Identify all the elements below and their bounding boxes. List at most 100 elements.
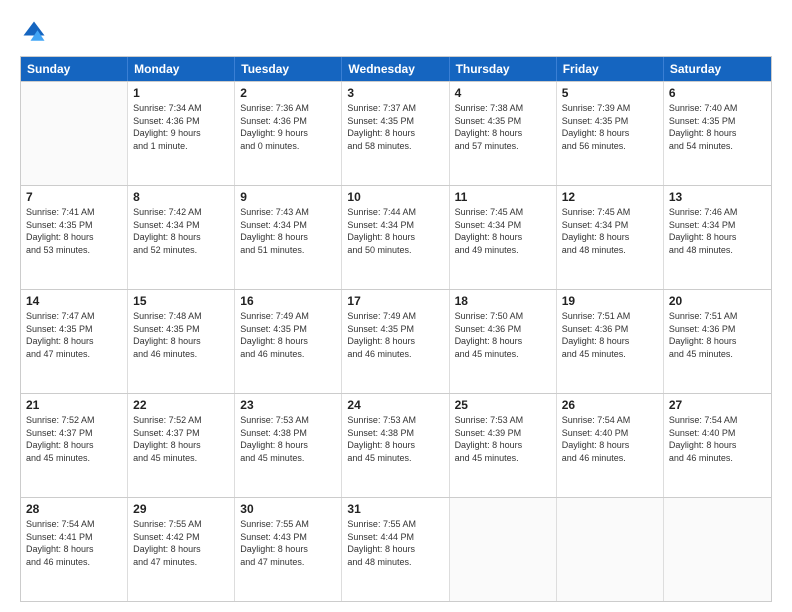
day-cell-4: 4 Sunrise: 7:38 AMSunset: 4:35 PMDaylight…	[450, 82, 557, 185]
header-day-wednesday: Wednesday	[342, 57, 449, 81]
header-day-thursday: Thursday	[450, 57, 557, 81]
day-number: 24	[347, 398, 443, 412]
day-number: 26	[562, 398, 658, 412]
day-number: 13	[669, 190, 766, 204]
day-number: 18	[455, 294, 551, 308]
cell-content: Sunrise: 7:38 AMSunset: 4:35 PMDaylight:…	[455, 102, 551, 152]
cell-content: Sunrise: 7:49 AMSunset: 4:35 PMDaylight:…	[347, 310, 443, 360]
cell-content: Sunrise: 7:49 AMSunset: 4:35 PMDaylight:…	[240, 310, 336, 360]
cell-content: Sunrise: 7:54 AMSunset: 4:40 PMDaylight:…	[669, 414, 766, 464]
day-cell-11: 11 Sunrise: 7:45 AMSunset: 4:34 PMDayligh…	[450, 186, 557, 289]
calendar-header: SundayMondayTuesdayWednesdayThursdayFrid…	[21, 57, 771, 81]
day-number: 8	[133, 190, 229, 204]
page: SundayMondayTuesdayWednesdayThursdayFrid…	[0, 0, 792, 612]
day-cell-7: 7 Sunrise: 7:41 AMSunset: 4:35 PMDaylight…	[21, 186, 128, 289]
empty-cell	[664, 498, 771, 601]
day-number: 23	[240, 398, 336, 412]
day-number: 21	[26, 398, 122, 412]
cell-content: Sunrise: 7:55 AMSunset: 4:42 PMDaylight:…	[133, 518, 229, 568]
empty-cell	[450, 498, 557, 601]
day-number: 1	[133, 86, 229, 100]
cell-content: Sunrise: 7:36 AMSunset: 4:36 PMDaylight:…	[240, 102, 336, 152]
cell-content: Sunrise: 7:39 AMSunset: 4:35 PMDaylight:…	[562, 102, 658, 152]
day-number: 19	[562, 294, 658, 308]
day-number: 3	[347, 86, 443, 100]
day-number: 2	[240, 86, 336, 100]
day-cell-25: 25Sunrise: 7:53 AMSunset: 4:39 PMDayligh…	[450, 394, 557, 497]
empty-cell	[21, 82, 128, 185]
day-cell-27: 27 Sunrise: 7:54 AMSunset: 4:40 PMDayligh…	[664, 394, 771, 497]
cell-content: Sunrise: 7:48 AMSunset: 4:35 PMDaylight:…	[133, 310, 229, 360]
header-day-saturday: Saturday	[664, 57, 771, 81]
day-cell-29: 29 Sunrise: 7:55 AMSunset: 4:42 PMDayligh…	[128, 498, 235, 601]
day-cell-28: 28 Sunrise: 7:54 AMSunset: 4:41 PMDayligh…	[21, 498, 128, 601]
day-number: 6	[669, 86, 766, 100]
day-number: 22	[133, 398, 229, 412]
cell-content: Sunrise: 7:45 AMSunset: 4:34 PMDaylight:…	[455, 206, 551, 256]
day-number: 9	[240, 190, 336, 204]
day-number: 27	[669, 398, 766, 412]
day-cell-31: 31 Sunrise: 7:55 AMSunset: 4:44 PMDayligh…	[342, 498, 449, 601]
header-day-sunday: Sunday	[21, 57, 128, 81]
day-cell-15: 15 Sunrise: 7:48 AMSunset: 4:35 PMDayligh…	[128, 290, 235, 393]
day-number: 31	[347, 502, 443, 516]
cell-content: Sunrise: 7:54 AMSunset: 4:41 PMDaylight:…	[26, 518, 122, 568]
day-cell-2: 2 Sunrise: 7:36 AMSunset: 4:36 PMDaylight…	[235, 82, 342, 185]
cell-content: Sunrise: 7:51 AMSunset: 4:36 PMDaylight:…	[562, 310, 658, 360]
day-cell-23: 23 Sunrise: 7:53 AMSunset: 4:38 PMDayligh…	[235, 394, 342, 497]
cell-content: Sunrise: 7:51 AMSunset: 4:36 PMDaylight:…	[669, 310, 766, 360]
logo	[20, 18, 52, 46]
cell-content: Sunrise: 7:44 AMSunset: 4:34 PMDaylight:…	[347, 206, 443, 256]
day-cell-19: 19 Sunrise: 7:51 AMSunset: 4:36 PMDayligh…	[557, 290, 664, 393]
day-number: 14	[26, 294, 122, 308]
day-cell-9: 9 Sunrise: 7:43 AMSunset: 4:34 PMDaylight…	[235, 186, 342, 289]
cell-content: Sunrise: 7:43 AMSunset: 4:34 PMDaylight:…	[240, 206, 336, 256]
day-cell-6: 6 Sunrise: 7:40 AMSunset: 4:35 PMDaylight…	[664, 82, 771, 185]
day-cell-21: 21 Sunrise: 7:52 AMSunset: 4:37 PMDayligh…	[21, 394, 128, 497]
week-row-2: 14Sunrise: 7:47 AMSunset: 4:35 PMDayligh…	[21, 289, 771, 393]
cell-content: Sunrise: 7:46 AMSunset: 4:34 PMDaylight:…	[669, 206, 766, 256]
day-number: 4	[455, 86, 551, 100]
logo-icon	[20, 18, 48, 46]
cell-content: Sunrise: 7:40 AMSunset: 4:35 PMDaylight:…	[669, 102, 766, 152]
cell-content: Sunrise: 7:52 AMSunset: 4:37 PMDaylight:…	[133, 414, 229, 464]
day-cell-18: 18 Sunrise: 7:50 AMSunset: 4:36 PMDayligh…	[450, 290, 557, 393]
day-cell-24: 24Sunrise: 7:53 AMSunset: 4:38 PMDayligh…	[342, 394, 449, 497]
cell-content: Sunrise: 7:45 AMSunset: 4:34 PMDaylight:…	[562, 206, 658, 256]
empty-cell	[557, 498, 664, 601]
header-day-tuesday: Tuesday	[235, 57, 342, 81]
day-cell-26: 26Sunrise: 7:54 AMSunset: 4:40 PMDayligh…	[557, 394, 664, 497]
day-number: 28	[26, 502, 122, 516]
cell-content: Sunrise: 7:53 AMSunset: 4:38 PMDaylight:…	[240, 414, 336, 464]
day-number: 30	[240, 502, 336, 516]
week-row-4: 28 Sunrise: 7:54 AMSunset: 4:41 PMDayligh…	[21, 497, 771, 601]
day-cell-17: 17Sunrise: 7:49 AMSunset: 4:35 PMDayligh…	[342, 290, 449, 393]
week-row-3: 21 Sunrise: 7:52 AMSunset: 4:37 PMDayligh…	[21, 393, 771, 497]
day-cell-3: 3 Sunrise: 7:37 AMSunset: 4:35 PMDaylight…	[342, 82, 449, 185]
day-number: 29	[133, 502, 229, 516]
calendar: SundayMondayTuesdayWednesdayThursdayFrid…	[20, 56, 772, 602]
day-number: 5	[562, 86, 658, 100]
day-cell-16: 16 Sunrise: 7:49 AMSunset: 4:35 PMDayligh…	[235, 290, 342, 393]
cell-content: Sunrise: 7:55 AMSunset: 4:43 PMDaylight:…	[240, 518, 336, 568]
cell-content: Sunrise: 7:37 AMSunset: 4:35 PMDaylight:…	[347, 102, 443, 152]
day-number: 7	[26, 190, 122, 204]
day-number: 10	[347, 190, 443, 204]
cell-content: Sunrise: 7:55 AMSunset: 4:44 PMDaylight:…	[347, 518, 443, 568]
day-cell-30: 30 Sunrise: 7:55 AMSunset: 4:43 PMDayligh…	[235, 498, 342, 601]
day-number: 15	[133, 294, 229, 308]
day-cell-5: 5 Sunrise: 7:39 AMSunset: 4:35 PMDaylight…	[557, 82, 664, 185]
cell-content: Sunrise: 7:41 AMSunset: 4:35 PMDaylight:…	[26, 206, 122, 256]
day-number: 16	[240, 294, 336, 308]
week-row-1: 7 Sunrise: 7:41 AMSunset: 4:35 PMDaylight…	[21, 185, 771, 289]
day-cell-10: 10 Sunrise: 7:44 AMSunset: 4:34 PMDayligh…	[342, 186, 449, 289]
day-cell-13: 13 Sunrise: 7:46 AMSunset: 4:34 PMDayligh…	[664, 186, 771, 289]
day-cell-20: 20 Sunrise: 7:51 AMSunset: 4:36 PMDayligh…	[664, 290, 771, 393]
header-day-friday: Friday	[557, 57, 664, 81]
cell-content: Sunrise: 7:50 AMSunset: 4:36 PMDaylight:…	[455, 310, 551, 360]
cell-content: Sunrise: 7:52 AMSunset: 4:37 PMDaylight:…	[26, 414, 122, 464]
day-number: 25	[455, 398, 551, 412]
day-number: 20	[669, 294, 766, 308]
day-number: 11	[455, 190, 551, 204]
cell-content: Sunrise: 7:34 AMSunset: 4:36 PMDaylight:…	[133, 102, 229, 152]
